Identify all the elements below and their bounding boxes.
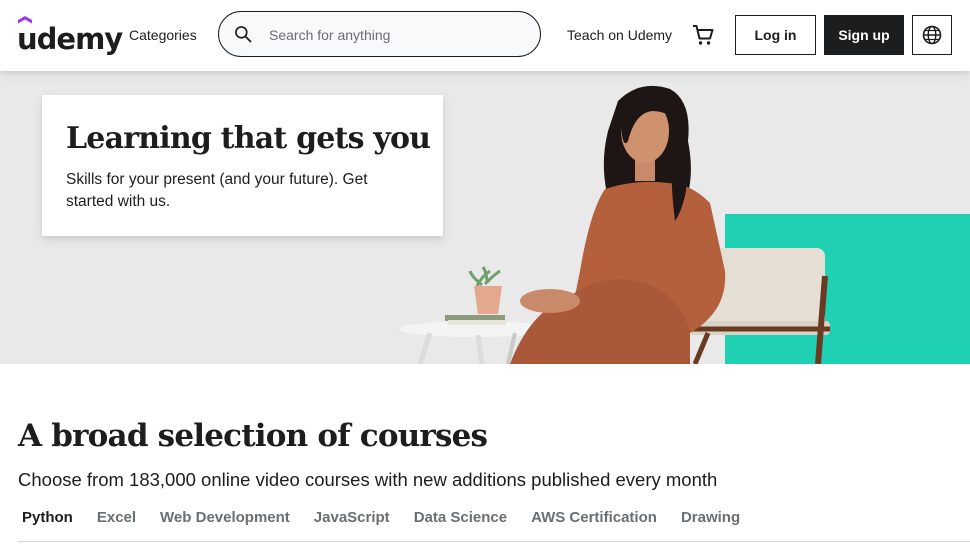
hero-title: Learning that gets you <box>66 121 431 156</box>
cart-icon[interactable] <box>691 23 715 47</box>
signup-button[interactable]: Sign up <box>824 15 904 55</box>
tab-web-development[interactable]: Web Development <box>160 508 290 530</box>
search-bar[interactable] <box>218 11 541 57</box>
categories-link[interactable]: Categories <box>129 27 197 43</box>
courses-section-subtitle: Choose from 183,000 online video courses… <box>18 469 718 490</box>
tab-python[interactable]: Python <box>22 508 73 530</box>
hero-subtitle: Skills for your present (and your future… <box>66 171 368 210</box>
search-input[interactable] <box>269 24 519 46</box>
language-button[interactable] <box>912 15 952 55</box>
tab-data-science[interactable]: Data Science <box>414 508 507 530</box>
search-icon[interactable] <box>233 24 253 44</box>
logo-hat-icon <box>18 16 32 24</box>
globe-icon <box>922 25 942 45</box>
tab-aws-certification[interactable]: AWS Certification <box>531 508 657 530</box>
hero-card: Learning that gets you Skills for your p… <box>42 95 443 236</box>
course-category-tabs: Python Excel Web Development JavaScript … <box>22 508 764 530</box>
courses-section-title: A broad selection of courses <box>18 418 488 454</box>
teach-on-udemy-link[interactable]: Teach on Udemy <box>567 27 672 43</box>
udemy-logo[interactable]: udemy <box>17 14 123 56</box>
tabs-divider <box>18 541 970 542</box>
top-navbar: udemy Categories Teach on Udemy Log in S… <box>0 0 970 71</box>
tab-javascript[interactable]: JavaScript <box>314 508 390 530</box>
logo-text: udemy <box>17 22 123 56</box>
tab-drawing[interactable]: Drawing <box>681 508 740 530</box>
login-button[interactable]: Log in <box>735 15 816 55</box>
hero-banner: Learning that gets you Skills for your p… <box>0 71 970 364</box>
tab-excel[interactable]: Excel <box>97 508 136 530</box>
hero-person-illustration <box>399 85 830 364</box>
